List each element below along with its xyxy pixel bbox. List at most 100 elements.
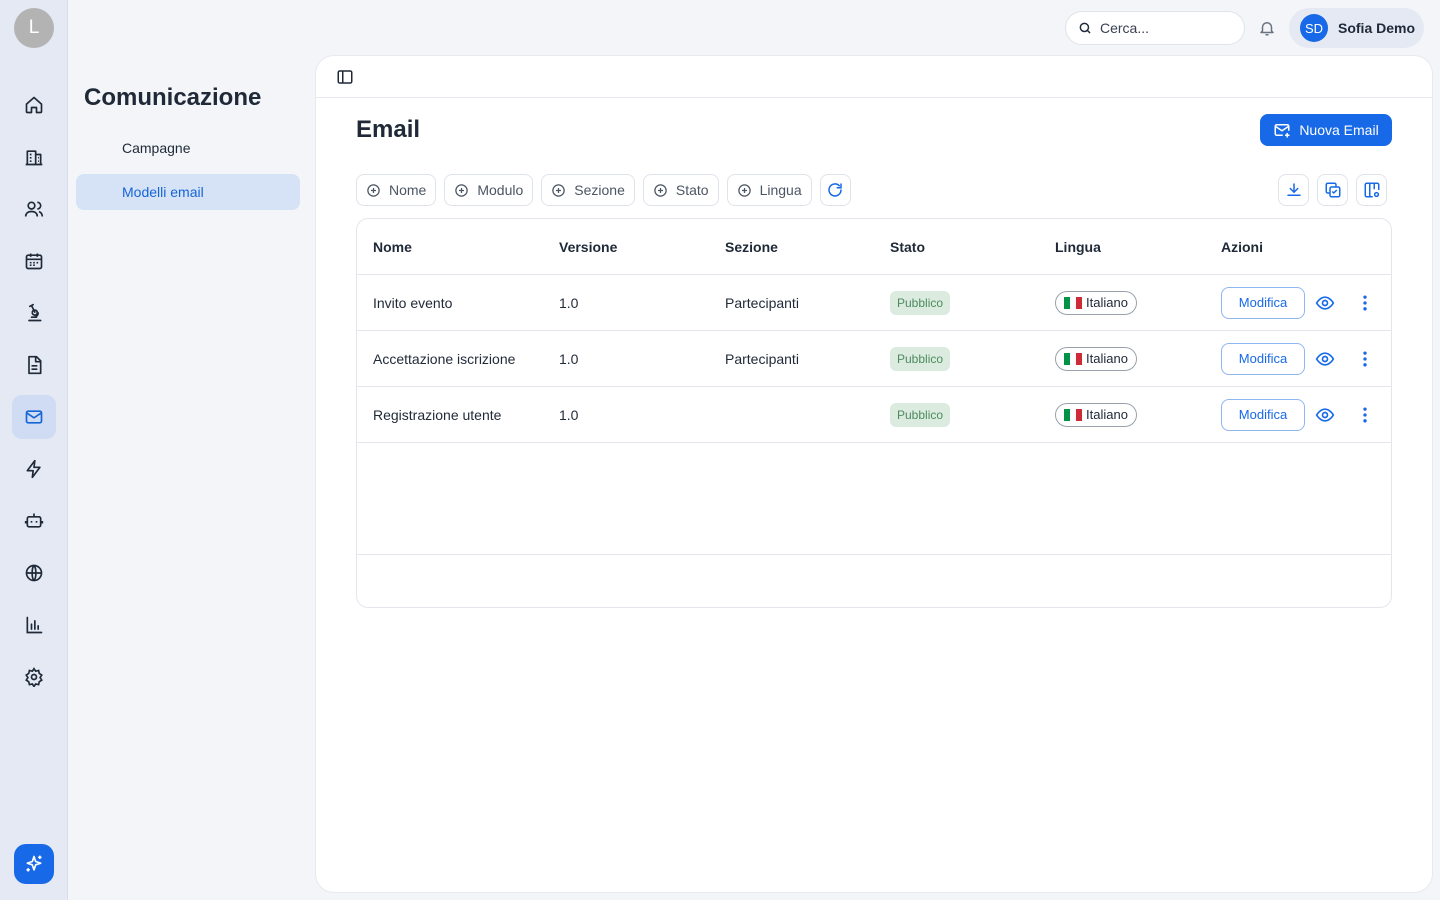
calendar-icon[interactable] (12, 239, 56, 283)
table-footer (357, 554, 1391, 607)
table-row[interactable]: Registrazione utente 1.0 Pubblico Italia… (357, 387, 1391, 443)
new-email-label: Nuova Email (1299, 122, 1379, 138)
more-vertical-icon[interactable] (1353, 347, 1377, 371)
filter-label: Sezione (574, 182, 625, 198)
home-icon[interactable] (12, 83, 56, 127)
cell-version: 1.0 (559, 294, 579, 311)
gear-icon[interactable] (12, 655, 56, 699)
refresh-icon (826, 181, 844, 199)
cell-actions: Modifica (1221, 387, 1377, 442)
italian-flag-icon (1064, 296, 1082, 309)
eye-icon[interactable] (1313, 403, 1337, 427)
mail-plus-icon (1273, 121, 1291, 139)
table-row[interactable]: Invito evento 1.0 Partecipanti Pubblico … (357, 275, 1391, 331)
cell-state: Pubblico (890, 331, 951, 386)
user-name: Sofia Demo (1338, 20, 1416, 36)
document-icon[interactable] (12, 343, 56, 387)
edit-button[interactable]: Modifica (1221, 286, 1305, 319)
status-badge: Pubblico (890, 402, 951, 427)
cell-section: Partecipanti (725, 350, 799, 367)
italian-flag-icon (1064, 408, 1082, 421)
chart-icon[interactable] (12, 603, 56, 647)
table-header: Nome Versione Sezione Stato Lingua Azion… (357, 219, 1391, 275)
column-header[interactable]: Lingua (1055, 219, 1101, 274)
globe-icon[interactable] (12, 551, 56, 595)
workspace-avatar[interactable]: L (14, 8, 54, 48)
lightning-icon[interactable] (12, 447, 56, 491)
column-header[interactable]: Nome (373, 219, 412, 274)
mail-icon[interactable] (12, 395, 56, 439)
more-vertical-icon[interactable] (1353, 291, 1377, 315)
column-header[interactable]: Stato (890, 219, 925, 274)
panel-toolbar (316, 56, 1432, 98)
edit-button[interactable]: Modifica (1221, 398, 1305, 431)
bell-icon[interactable] (1256, 17, 1278, 39)
sidebar-item-campagne[interactable]: Campagne (76, 130, 300, 166)
download-icon (1285, 181, 1303, 199)
plus-circle-icon (737, 183, 752, 198)
microscope-icon[interactable] (12, 291, 56, 335)
table-tools (1278, 174, 1387, 206)
plus-circle-icon (551, 183, 566, 198)
filter-stato[interactable]: Stato (642, 174, 719, 206)
user-menu[interactable]: SD Sofia Demo (1289, 8, 1424, 48)
search-icon (1078, 21, 1092, 35)
language-chip: Italiano (1055, 290, 1137, 315)
cell-version: 1.0 (559, 406, 579, 423)
plus-circle-icon (454, 183, 469, 198)
column-header: Azioni (1221, 238, 1263, 255)
left-rail: L (0, 0, 68, 900)
cell-section: Partecipanti (725, 294, 799, 311)
language-label: Italiano (1086, 295, 1128, 310)
copy-check-icon (1324, 181, 1342, 199)
email-table: Nome Versione Sezione Stato Lingua Azion… (356, 218, 1392, 608)
edit-button[interactable]: Modifica (1221, 342, 1305, 375)
building-icon[interactable] (12, 135, 56, 179)
copy-button[interactable] (1317, 174, 1348, 206)
new-email-button[interactable]: Nuova Email (1260, 114, 1392, 146)
columns-settings-icon (1363, 181, 1381, 199)
column-header[interactable]: Versione (559, 219, 617, 274)
status-badge: Pubblico (890, 346, 951, 371)
language-label: Italiano (1086, 407, 1128, 422)
column-header[interactable]: Sezione (725, 219, 778, 274)
bot-icon[interactable] (12, 499, 56, 543)
sidebar-item-modelli-email[interactable]: Modelli email (76, 174, 300, 210)
more-vertical-icon[interactable] (1353, 403, 1377, 427)
cell-actions: Modifica (1221, 275, 1377, 330)
eye-icon[interactable] (1313, 347, 1337, 371)
main-panel: Email Nuova Email Nome Modulo Sezione St… (316, 56, 1432, 892)
filter-bar: Nome Modulo Sezione Stato Lingua (356, 174, 851, 206)
cell-language: Italiano (1055, 331, 1137, 386)
filter-sezione[interactable]: Sezione (541, 174, 635, 206)
filter-nome[interactable]: Nome (356, 174, 437, 206)
cell-name: Accettazione iscrizione (373, 350, 516, 367)
table-row[interactable]: Accettazione iscrizione 1.0 Partecipanti… (357, 331, 1391, 387)
sidebar-toggle-icon[interactable] (336, 68, 354, 86)
cell-version: 1.0 (559, 350, 579, 367)
filter-label: Modulo (477, 182, 524, 198)
filter-modulo[interactable]: Modulo (444, 174, 534, 206)
search-box[interactable] (1065, 11, 1245, 45)
sparkles-icon[interactable] (14, 844, 54, 884)
plus-circle-icon (653, 183, 668, 198)
columns-button[interactable] (1356, 174, 1387, 206)
avatar: SD (1300, 14, 1328, 42)
italian-flag-icon (1064, 352, 1082, 365)
page-title: Email (356, 116, 421, 143)
users-icon[interactable] (12, 187, 56, 231)
filter-lingua[interactable]: Lingua (726, 174, 812, 206)
section-title: Comunicazione (84, 84, 262, 111)
refresh-button[interactable] (819, 174, 851, 206)
cell-language: Italiano (1055, 387, 1137, 442)
language-chip: Italiano (1055, 346, 1137, 371)
plus-circle-icon (366, 183, 381, 198)
cell-actions: Modifica (1221, 331, 1377, 386)
language-label: Italiano (1086, 351, 1128, 366)
search-input[interactable] (1100, 20, 1230, 36)
cell-language: Italiano (1055, 275, 1137, 330)
cell-name: Registrazione utente (373, 406, 502, 423)
eye-icon[interactable] (1313, 291, 1337, 315)
language-chip: Italiano (1055, 402, 1137, 427)
download-button[interactable] (1278, 174, 1309, 206)
